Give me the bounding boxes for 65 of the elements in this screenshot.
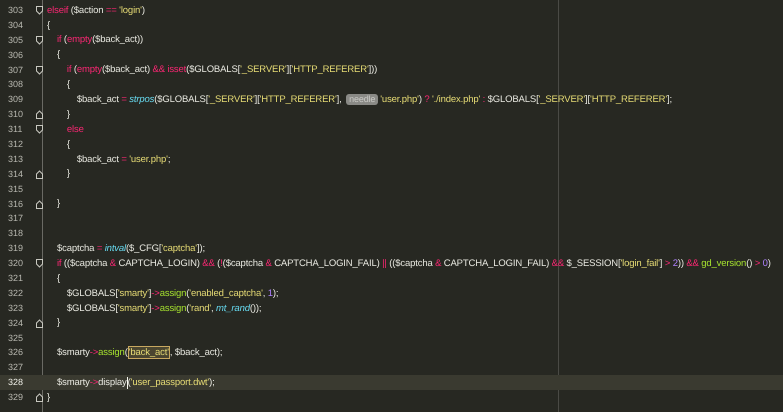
line-number: 323 [7, 304, 24, 313]
fold-marker-icon[interactable] [36, 200, 43, 209]
line-number: 320 [7, 259, 24, 268]
code-text: } [56, 318, 60, 328]
code-text: $captcha = intval($_CFG['captcha']); [56, 244, 205, 254]
line-number: 325 [7, 334, 24, 343]
line-number: 321 [7, 274, 24, 283]
code-text: if (empty($back_act)) [56, 35, 144, 45]
line-number: 315 [7, 184, 24, 194]
line-number: 324 [7, 318, 24, 328]
fold-marker-icon[interactable] [36, 36, 43, 45]
text-cursor [126, 376, 128, 389]
fold-marker-icon[interactable] [36, 66, 43, 74]
code-text: , $back_act); [170, 348, 222, 358]
line-number: 322 [7, 288, 24, 298]
fold-marker-icon[interactable] [36, 318, 43, 328]
line-number: 309 [7, 95, 24, 104]
line-number: 303 [7, 6, 24, 15]
fold-marker-icon[interactable] [36, 170, 43, 179]
line-number: 305 [7, 36, 24, 45]
code-text: if (empty($back_act) && isset($GLOBALS['_SERVER']['HTTP_REFERER'])) [66, 65, 378, 75]
code-text: } [47, 392, 50, 402]
code-text: { [66, 80, 70, 90]
line-number: 312 [7, 140, 24, 149]
line-number: 311 [7, 125, 24, 134]
line-number: 313 [7, 154, 24, 164]
code-text: { [56, 50, 60, 60]
line-number: 308 [7, 80, 24, 90]
code-text: $back_act = strpos($GLOBALS['_SERVER']['HTTP_REFERER'], [76, 95, 343, 105]
code-text: elseif ($action == 'login') [47, 6, 145, 16]
code-text: { [56, 274, 60, 284]
parameter-hint: needle [346, 94, 378, 106]
code-text: } [56, 199, 60, 209]
code-text: $smarty->assign( [56, 348, 128, 358]
code-text: $smarty->display [56, 378, 127, 388]
code-text: if (($captcha & CAPTCHA_LOGIN) && (!($captcha & CAPTCHA_LOGIN_FAIL) || (($captcha & CAPTCHA_LOGIN_FAIL) && $_SESSION['login_fail'] > 2)) && gd_version() > 0) [56, 258, 771, 268]
code-text: } [66, 110, 70, 120]
fold-marker-icon[interactable] [36, 6, 43, 15]
fold-marker-icon[interactable] [36, 259, 43, 268]
fold-marker-icon[interactable] [36, 110, 43, 120]
code-text: $back_act = 'user.php'; [76, 154, 170, 164]
line-number: 307 [7, 66, 24, 74]
code-text: $GLOBALS['smarty']->assign('rand', mt_rand()); [66, 304, 262, 313]
code-text: ('user_passport.dwt'); [128, 378, 215, 388]
line-number: 326 [7, 348, 24, 358]
code-text: $GLOBALS['smarty']->assign('enabled_captcha', 1); [66, 288, 278, 298]
fold-marker-icon[interactable] [36, 125, 43, 134]
code-text: } [66, 169, 70, 179]
code-text: 'user.php') ? './index.php' : $GLOBALS['_SERVER']['HTTP_REFERER']; [380, 95, 672, 105]
line-number: 329 [7, 393, 24, 402]
line-number: 328 [7, 378, 24, 388]
code-text: else [66, 124, 84, 134]
line-number: 318 [7, 229, 24, 238]
matched-string: 'back_act' [128, 346, 170, 360]
line-number: 327 [7, 363, 24, 372]
line-number: 314 [7, 170, 24, 179]
line-number: 304 [7, 20, 24, 30]
line-number: 317 [7, 214, 24, 224]
line-number: 316 [7, 200, 24, 209]
line-number: 319 [7, 244, 24, 254]
code-text: { [47, 20, 50, 30]
line-number: 306 [7, 50, 24, 60]
line-number: 310 [7, 110, 24, 120]
code-text: { [66, 140, 70, 150]
fold-marker-icon[interactable] [36, 393, 43, 402]
